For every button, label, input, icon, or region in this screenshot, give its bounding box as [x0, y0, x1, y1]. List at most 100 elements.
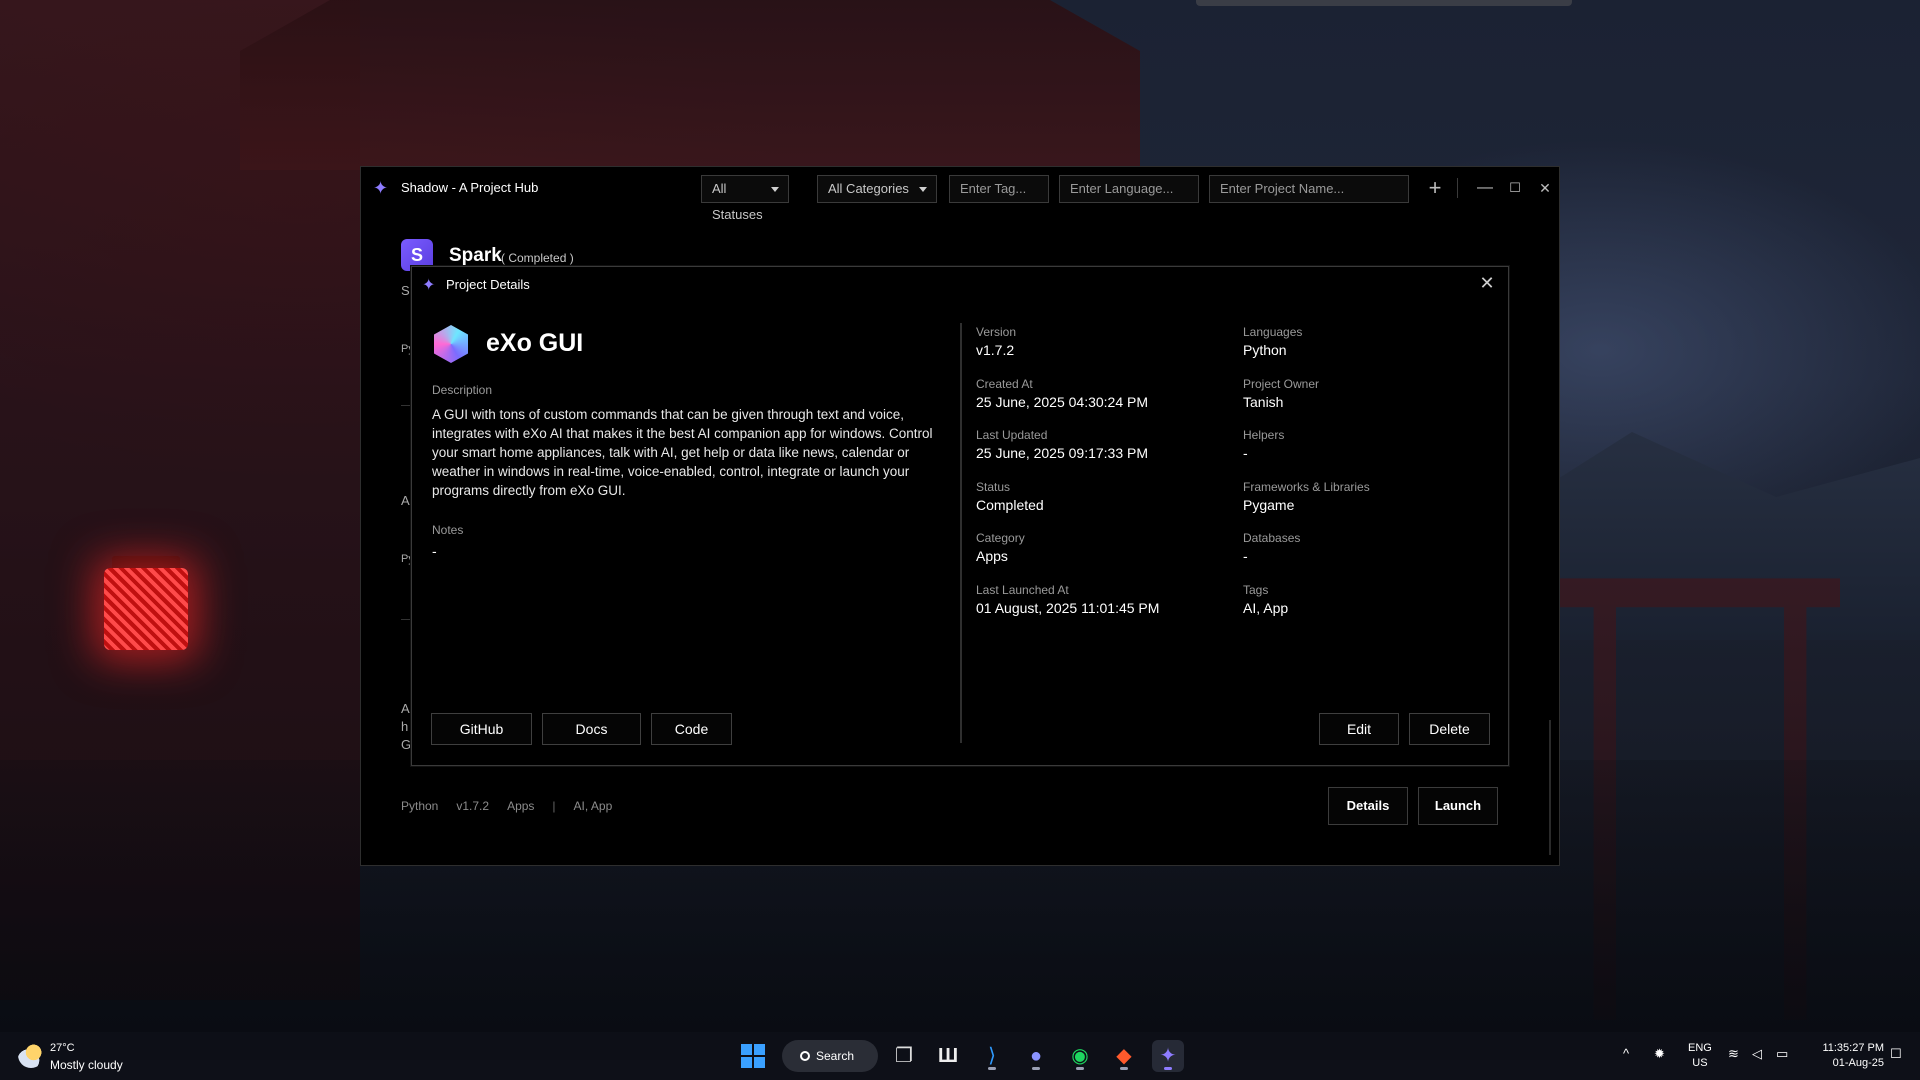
language-indicator[interactable]: ENG US	[1688, 1041, 1712, 1071]
notification-bell-icon[interactable]: ☐	[1890, 1046, 1902, 1062]
project-card-meta: Python v1.7.2 Apps | AI, App	[401, 799, 612, 813]
battery-icon[interactable]: ▭	[1776, 1046, 1788, 1062]
app-logo-icon: ✦	[373, 178, 389, 198]
search-icon	[800, 1051, 810, 1061]
project-name: eXo GUI	[486, 329, 584, 357]
field-label: Tags	[1243, 583, 1269, 597]
project-logo-icon	[434, 325, 468, 363]
wifi-icon[interactable]: ≋	[1728, 1046, 1739, 1062]
field-value: 25 June, 2025 04:30:24 PM	[976, 394, 1149, 410]
close-dialog-button[interactable]: ✕	[1476, 273, 1498, 294]
volume-icon[interactable]: ◁	[1752, 1046, 1762, 1062]
language-input[interactable]: Enter Language...	[1059, 175, 1199, 203]
windows-start-icon[interactable]	[737, 1040, 769, 1072]
titlebar[interactable]: ✦ Shadow - A Project Hub All Statuses Al…	[361, 167, 1559, 222]
field-label: Helpers	[1243, 428, 1285, 442]
field-value: Pygame	[1243, 497, 1295, 513]
ghost-window-edge	[1196, 0, 1572, 6]
project-name-input[interactable]: Enter Project Name...	[1209, 175, 1409, 203]
chevron-down-icon	[919, 187, 927, 192]
taskbar-search-button[interactable]: Search	[782, 1040, 878, 1072]
field-value: v1.7.2	[976, 342, 1015, 358]
weather-cloudy-icon[interactable]	[18, 1042, 44, 1068]
field-label: Version	[976, 325, 1017, 339]
close-window-button[interactable]: ✕	[1531, 175, 1559, 201]
tag-input[interactable]: Enter Tag...	[949, 175, 1049, 203]
meta-version: v1.7.2	[456, 799, 490, 813]
description-text: A GUI with tons of custom commands that …	[432, 407, 933, 498]
dialog-title: Project Details	[446, 277, 530, 292]
card-divider	[401, 405, 411, 406]
region-code: US	[1692, 1057, 1708, 1069]
meta-category: Apps	[507, 799, 535, 813]
field-value: Apps	[976, 548, 1008, 564]
field-value: AI, App	[1243, 600, 1289, 616]
field-label: Status	[976, 480, 1011, 494]
brave-browser-icon[interactable]: ◆	[1108, 1040, 1140, 1072]
spotify-icon[interactable]: ◉	[1064, 1040, 1096, 1072]
card-fragment: A	[401, 701, 410, 716]
description-label: Description	[432, 383, 493, 397]
field-value: Completed	[976, 497, 1044, 513]
project-card-status: ( Completed )	[501, 251, 574, 265]
category-filter-value: All Categories	[828, 181, 909, 196]
titlebar-divider	[1457, 178, 1458, 198]
language-code: ENG	[1688, 1042, 1712, 1054]
shadow-app-icon[interactable]: ✦	[1152, 1040, 1184, 1072]
wallpaper-temple-roof	[240, 0, 1140, 170]
chevron-down-icon	[771, 187, 779, 192]
card-fragment: G	[401, 737, 412, 752]
card-fragment: A	[401, 493, 410, 508]
field-label: Created At	[976, 377, 1033, 391]
field-value: 25 June, 2025 09:17:33 PM	[976, 445, 1149, 461]
status-filter-value: All Statuses	[712, 181, 763, 222]
meta-separator: |	[552, 799, 556, 813]
vscode-icon[interactable]: ⟩	[976, 1040, 1008, 1072]
field-value: Tanish	[1243, 394, 1284, 410]
field-value: -	[1243, 445, 1248, 461]
maximize-button[interactable]: ☐	[1501, 175, 1529, 201]
dialog-divider	[960, 323, 962, 743]
wallpaper-lantern	[104, 568, 188, 650]
add-project-button[interactable]: +	[1421, 175, 1449, 201]
field-label: Category	[976, 531, 1025, 545]
system-clock[interactable]: 11:35:27 PM 01-Aug-25	[1808, 1041, 1884, 1071]
chevron-up-icon[interactable]: ^	[1623, 1046, 1629, 1061]
meta-tags: AI, App	[573, 799, 613, 813]
weather-temperature[interactable]: 27°C	[50, 1042, 75, 1054]
field-label: Last Updated	[976, 428, 1048, 442]
field-label: Databases	[1243, 531, 1301, 545]
notes-label: Notes	[432, 523, 464, 537]
card-fragment: S	[401, 283, 410, 298]
project-card-name: Spark	[449, 245, 502, 266]
card-fragment: h	[401, 719, 409, 734]
app-logo-icon: ✦	[422, 277, 436, 294]
clock-time: 11:35:27 PM	[1822, 1042, 1884, 1054]
docs-button[interactable]: Docs	[542, 713, 641, 745]
field-label: Frameworks & Libraries	[1243, 480, 1370, 494]
meta-language: Python	[401, 799, 439, 813]
minimize-button[interactable]: —	[1471, 175, 1499, 201]
delete-button[interactable]: Delete	[1409, 713, 1490, 745]
status-filter-select[interactable]: All Statuses	[701, 175, 789, 222]
card-divider	[401, 619, 411, 620]
app-title: Shadow - A Project Hub	[401, 180, 539, 195]
field-label: Last Launched At	[976, 583, 1069, 597]
code-button[interactable]: Code	[651, 713, 732, 745]
weather-description[interactable]: Mostly cloudy	[50, 1058, 123, 1072]
field-value: -	[1243, 548, 1248, 564]
field-label: Project Owner	[1243, 377, 1320, 391]
scrollbar[interactable]	[1549, 720, 1551, 855]
terminal-app-icon[interactable]: Ш	[932, 1040, 964, 1072]
details-button[interactable]: Details	[1328, 787, 1408, 825]
category-filter-select[interactable]: All Categories	[817, 175, 937, 203]
task-view-icon[interactable]: ❐	[888, 1040, 920, 1072]
field-value: 01 August, 2025 11:01:45 PM	[976, 600, 1160, 616]
clock-date: 01-Aug-25	[1832, 1057, 1884, 1069]
brightness-icon[interactable]: ✹	[1654, 1046, 1665, 1062]
github-button[interactable]: GitHub	[431, 713, 532, 745]
edit-button[interactable]: Edit	[1319, 713, 1399, 745]
field-label: Languages	[1243, 325, 1303, 339]
launch-button[interactable]: Launch	[1418, 787, 1498, 825]
discord-icon[interactable]: ●	[1020, 1040, 1052, 1072]
